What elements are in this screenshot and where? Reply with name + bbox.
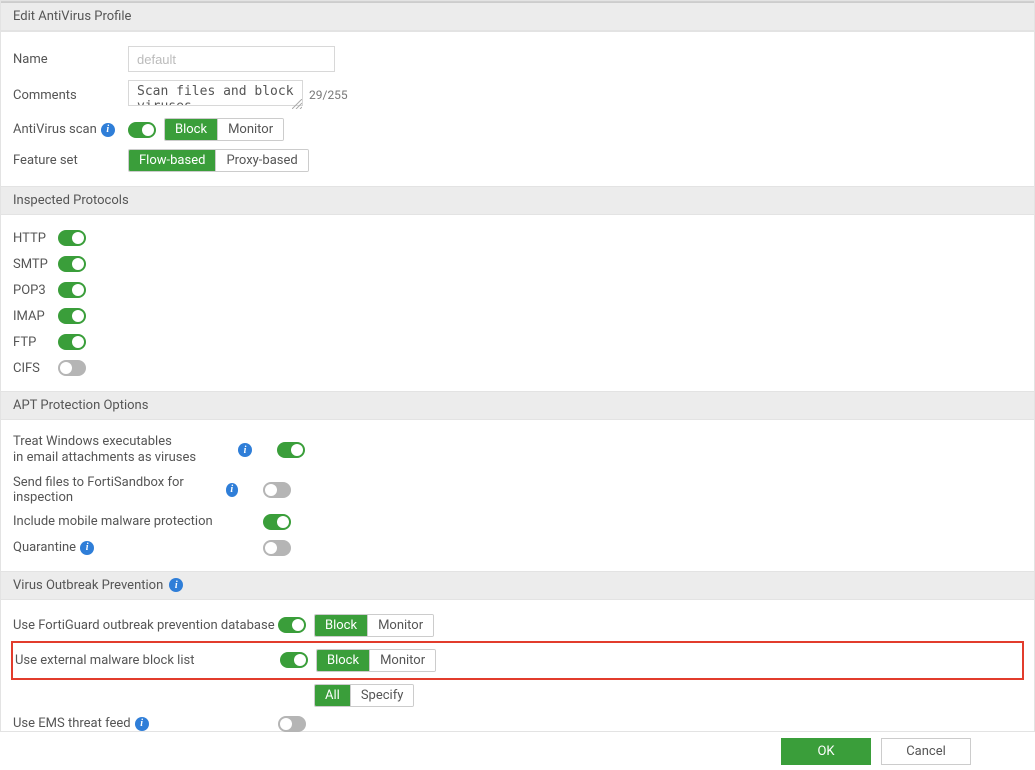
protocol-label: HTTP [13, 231, 58, 246]
fg-segment[interactable]: Block Monitor [314, 614, 434, 637]
quarantine-toggle[interactable] [263, 540, 291, 556]
protocol-label: POP3 [13, 283, 58, 298]
ext-segment[interactable]: Block Monitor [316, 649, 436, 672]
ext-sub-segment[interactable]: All Specify [314, 684, 414, 707]
fortisandbox-toggle[interactable] [263, 482, 291, 498]
treat-win-toggle[interactable] [277, 442, 305, 458]
vop-header: Virus Outbreak Prevention i [1, 571, 1034, 600]
avscan-label: AntiVirus scan i [13, 122, 128, 137]
protocol-toggle[interactable] [58, 256, 86, 272]
protocol-toggle[interactable] [58, 360, 86, 376]
featureset-proxy-button[interactable]: Proxy-based [216, 150, 307, 171]
ems-toggle[interactable] [278, 716, 306, 732]
fortisandbox-label: Send files to FortiSandbox for inspectio… [13, 475, 238, 505]
ems-label: Use EMS threat feed i [13, 716, 278, 731]
fg-monitor-button[interactable]: Monitor [368, 615, 433, 636]
name-label: Name [13, 52, 128, 67]
avscan-toggle[interactable] [128, 122, 156, 138]
info-icon[interactable]: i [135, 717, 149, 731]
info-icon[interactable]: i [80, 541, 94, 555]
protocol-toggle[interactable] [58, 230, 86, 246]
protocol-label: CIFS [13, 361, 58, 376]
mobile-label: Include mobile malware protection [13, 514, 238, 529]
info-icon[interactable]: i [226, 483, 238, 497]
avscan-segment[interactable]: Block Monitor [164, 118, 284, 141]
ext-toggle[interactable] [280, 652, 308, 668]
featureset-flow-button[interactable]: Flow-based [129, 150, 216, 171]
fg-label: Use FortiGuard outbreak prevention datab… [13, 618, 278, 633]
avscan-monitor-button[interactable]: Monitor [218, 119, 283, 140]
protocols-header: Inspected Protocols [1, 186, 1034, 215]
comments-label: Comments [13, 88, 128, 103]
ext-block-button[interactable]: Block [317, 650, 370, 671]
protocol-toggle[interactable] [58, 282, 86, 298]
info-icon[interactable]: i [101, 123, 115, 137]
info-icon[interactable]: i [169, 578, 183, 592]
name-input[interactable] [128, 46, 335, 72]
ext-all-button[interactable]: All [315, 685, 351, 706]
protocol-toggle[interactable] [58, 308, 86, 324]
protocol-label: IMAP [13, 309, 58, 324]
ok-button[interactable]: OK [781, 738, 871, 765]
avscan-block-button[interactable]: Block [165, 119, 218, 140]
comments-textarea[interactable] [128, 80, 303, 106]
treat-win-label: Treat Windows executables in email attac… [13, 434, 238, 467]
featureset-label: Feature set [13, 153, 128, 168]
panel-title: Edit AntiVirus Profile [1, 3, 1034, 31]
protocols-list: HTTP SMTP POP3 IMAP FTP CIFS [1, 215, 1034, 381]
protocol-label: SMTP [13, 257, 58, 272]
mobile-toggle[interactable] [263, 514, 291, 530]
fg-block-button[interactable]: Block [315, 615, 368, 636]
protocol-toggle[interactable] [58, 334, 86, 350]
comments-counter: 29/255 [309, 88, 348, 102]
info-icon[interactable]: i [238, 443, 252, 457]
quarantine-label: Quarantine i [13, 540, 238, 555]
ext-specify-button[interactable]: Specify [351, 685, 414, 706]
protocol-label: FTP [13, 335, 58, 350]
cancel-button[interactable]: Cancel [881, 738, 971, 765]
featureset-segment[interactable]: Flow-based Proxy-based [128, 149, 309, 172]
ext-label: Use external malware block list [15, 653, 280, 668]
ext-monitor-button[interactable]: Monitor [370, 650, 435, 671]
ext-malware-highlight: Use external malware block list Block Mo… [11, 641, 1024, 680]
apt-header: APT Protection Options [1, 391, 1034, 420]
fg-toggle[interactable] [278, 617, 306, 633]
